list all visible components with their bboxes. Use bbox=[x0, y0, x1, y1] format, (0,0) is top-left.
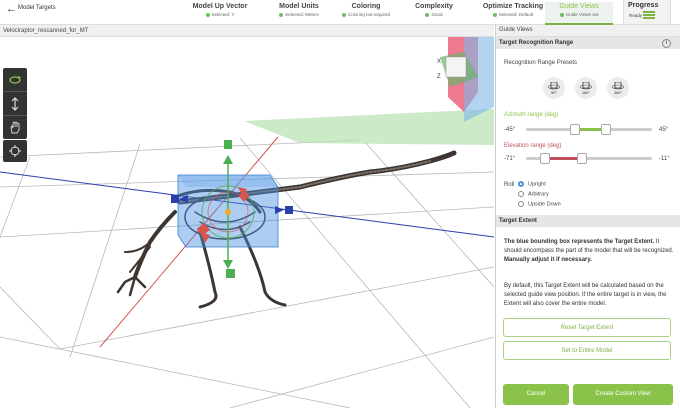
handle-bottom[interactable] bbox=[226, 269, 235, 278]
step-status: Guide Views set bbox=[545, 12, 613, 17]
target-extent-section: Target Extent bbox=[496, 215, 680, 227]
azimuth-min-label: -45° bbox=[504, 127, 516, 133]
azimuth-max-label: 45° bbox=[659, 127, 669, 133]
recognition-range-section: Target Recognition Range i bbox=[496, 37, 680, 49]
app-title: Model Targets bbox=[18, 5, 56, 11]
slider-thumb-low[interactable] bbox=[539, 153, 550, 164]
radio-label: Upside Down bbox=[528, 201, 561, 208]
radio-label: Arbitrary bbox=[528, 191, 549, 198]
elevation-label: Elevation range (deg) bbox=[504, 143, 562, 149]
axis-label-x: X bbox=[437, 59, 441, 65]
panel-header: Guide Views bbox=[496, 25, 680, 37]
radio-dot bbox=[518, 181, 524, 187]
set-entire-model-button[interactable]: Set to Entire Model bbox=[503, 341, 671, 360]
section-title: Target Extent bbox=[499, 218, 537, 224]
orbit-icon[interactable] bbox=[3, 68, 27, 92]
step-title: Coloring bbox=[351, 3, 381, 10]
progress-status: Ready bbox=[629, 13, 643, 18]
progress-title: Progress bbox=[628, 2, 659, 9]
hand-icon[interactable] bbox=[3, 116, 27, 139]
extent-bold-text: The blue bounding box represents the Tar… bbox=[504, 239, 655, 245]
handle-right[interactable] bbox=[285, 206, 293, 214]
radio-dot bbox=[518, 191, 524, 197]
pan-vertical-icon[interactable] bbox=[3, 92, 27, 116]
handle-top[interactable] bbox=[224, 140, 232, 149]
back-arrow-icon[interactable]: ← bbox=[6, 3, 17, 15]
preset-180-icon bbox=[580, 81, 592, 89]
step-status: Selected: Meters bbox=[261, 12, 337, 17]
radio-label: Upright bbox=[528, 181, 546, 188]
guide-plane bbox=[244, 109, 494, 145]
preset-360-button[interactable]: 360° bbox=[607, 77, 629, 99]
crosshair-icon[interactable] bbox=[3, 140, 27, 162]
step-title: Guide Views bbox=[559, 3, 599, 10]
step-title: Optimize Tracking bbox=[482, 3, 544, 10]
roll-upright-radio[interactable]: Upright bbox=[518, 181, 546, 187]
slider-thumb-high[interactable] bbox=[601, 124, 612, 135]
extent-bold-text-2: Manually adjust it if necessary. bbox=[504, 257, 592, 263]
orientation-cube-icon[interactable]: X Z bbox=[437, 37, 494, 122]
roll-arbitrary-radio[interactable]: Arbitrary bbox=[518, 191, 549, 197]
extent-default-text: By default, this Target Extent will be c… bbox=[504, 283, 667, 307]
3d-viewport[interactable]: Velociraptor_rescanned_for_MT X Z bbox=[0, 25, 494, 408]
step-status: Selected: Y bbox=[182, 12, 258, 17]
progress-bars-icon bbox=[643, 11, 655, 20]
view-toolbar bbox=[3, 68, 27, 139]
create-custom-view-button[interactable]: Create Custom View bbox=[573, 384, 673, 405]
radio-dot bbox=[518, 201, 524, 207]
elevation-max-label: -11° bbox=[659, 156, 670, 162]
step-guide-views[interactable]: Guide Views Guide Views set bbox=[545, 2, 613, 25]
step-status: Coloring not required bbox=[328, 12, 404, 17]
step-title: Model Up Vector bbox=[192, 3, 248, 10]
handle-left[interactable] bbox=[171, 195, 179, 203]
azimuth-label: Azimuth range (deg) bbox=[504, 112, 559, 118]
step-status: Selected: Default bbox=[475, 12, 551, 17]
progress-indicator[interactable]: Progress Ready bbox=[623, 0, 671, 24]
extent-description: The blue bounding box represents the Tar… bbox=[504, 238, 674, 265]
slider-thumb-high[interactable] bbox=[577, 153, 588, 164]
preset-360-icon bbox=[612, 81, 624, 89]
step-model-units[interactable]: Model Units Selected: Meters bbox=[261, 2, 337, 23]
guide-views-panel: Guide Views Target Recognition Range i R… bbox=[495, 25, 680, 408]
azimuth-slider[interactable] bbox=[526, 124, 652, 136]
step-status: Good bbox=[396, 12, 472, 17]
preset-180-button[interactable]: 180° bbox=[575, 77, 597, 99]
slider-thumb-low[interactable] bbox=[570, 124, 581, 135]
preset-180-label: 180° bbox=[581, 89, 591, 95]
preset-360-label: 360° bbox=[613, 89, 623, 95]
step-optimize-tracking[interactable]: Optimize Tracking Selected: Default bbox=[475, 2, 551, 23]
step-complexity[interactable]: Complexity Good bbox=[396, 2, 472, 23]
section-title: Target Recognition Range bbox=[499, 40, 574, 46]
step-coloring[interactable]: Coloring Coloring not required bbox=[328, 2, 404, 23]
preset-90-icon bbox=[548, 81, 560, 89]
step-title: Model Units bbox=[279, 3, 319, 10]
info-icon[interactable]: i bbox=[662, 39, 671, 48]
elevation-slider[interactable] bbox=[526, 153, 652, 165]
reset-target-extent-button[interactable]: Reset Target Extent bbox=[503, 318, 671, 337]
preset-90-button[interactable]: 90° bbox=[543, 77, 565, 99]
step-title: Complexity bbox=[415, 3, 453, 10]
top-bar: ← Model Targets Model Up Vector Selected… bbox=[0, 0, 680, 25]
step-model-up-vector[interactable]: Model Up Vector Selected: Y bbox=[182, 2, 258, 23]
axis-label-z: Z bbox=[437, 74, 441, 80]
roll-label: Roll bbox=[504, 182, 515, 188]
roll-upside-down-radio[interactable]: Upside Down bbox=[518, 201, 561, 207]
scene-canvas[interactable]: X Z bbox=[0, 37, 494, 408]
cancel-button[interactable]: Cancel bbox=[503, 384, 569, 405]
model-name: Velociraptor_rescanned_for_MT bbox=[0, 25, 494, 37]
presets-label: Recognition Range Presets bbox=[504, 60, 578, 66]
elevation-min-label: -71° bbox=[504, 156, 516, 162]
preset-90-label: 90° bbox=[550, 89, 558, 95]
